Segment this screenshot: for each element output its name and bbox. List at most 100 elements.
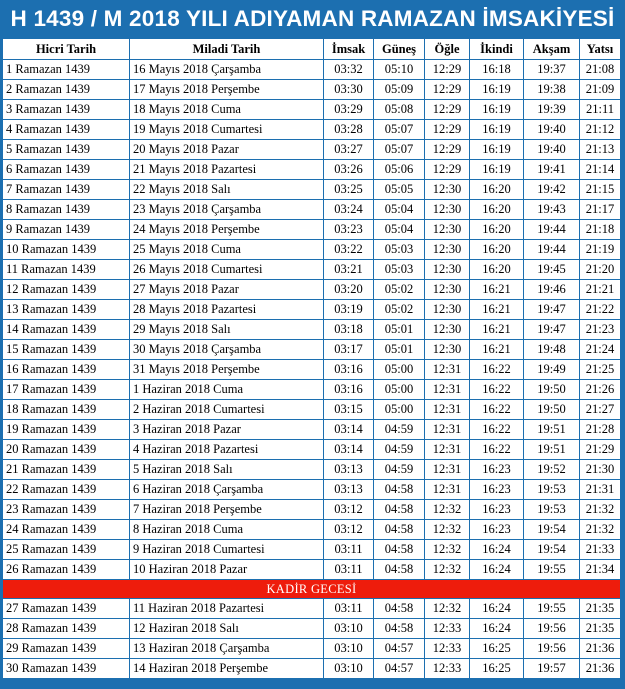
cell-hijri: 28 Ramazan 1439 — [2, 618, 130, 639]
cell-ikindi: 16:19 — [469, 79, 524, 100]
cell-gregorian: 19 Mayıs 2018 Cumartesi — [129, 119, 324, 140]
table-row: 14 Ramazan 1439 29 Mayıs 2018 Salı 03:18 05… — [2, 319, 621, 340]
table-row: 3 Ramazan 1439 18 Mayıs 2018 Cuma 03:29 05:… — [2, 99, 621, 120]
cell-ikindi: 16:24 — [469, 559, 524, 580]
cell-gunes: 04:58 — [373, 598, 425, 619]
cell-gregorian: 3 Haziran 2018 Pazar — [129, 419, 324, 440]
cell-hijri: 24 Ramazan 1439 — [2, 519, 130, 540]
cell-ogle: 12:30 — [424, 299, 470, 320]
cell-yatsi: 21:11 — [579, 99, 621, 120]
cell-yatsi: 21:30 — [579, 459, 621, 480]
cell-hijri: 1 Ramazan 1439 — [2, 59, 130, 80]
cell-ogle: 12:29 — [424, 159, 470, 180]
cell-imsak: 03:32 — [323, 59, 374, 80]
cell-aksam: 19:55 — [523, 559, 580, 580]
cell-aksam: 19:49 — [523, 359, 580, 380]
cell-ikindi: 16:20 — [469, 259, 524, 280]
cell-imsak: 03:11 — [323, 598, 374, 619]
cell-ikindi: 16:20 — [469, 239, 524, 260]
cell-hijri: 17 Ramazan 1439 — [2, 379, 130, 400]
cell-ikindi: 16:24 — [469, 598, 524, 619]
cell-imsak: 03:30 — [323, 79, 374, 100]
header-aksam: Akşam — [523, 38, 580, 60]
cell-imsak: 03:23 — [323, 219, 374, 240]
cell-gregorian: 16 Mayıs 2018 Çarşamba — [129, 59, 324, 80]
cell-ogle: 12:29 — [424, 59, 470, 80]
cell-ogle: 12:33 — [424, 618, 470, 639]
cell-ikindi: 16:23 — [469, 519, 524, 540]
table-row: 20 Ramazan 1439 4 Haziran 2018 Pazartesi 0… — [2, 439, 621, 460]
cell-gunes: 05:03 — [373, 239, 425, 260]
cell-gunes: 05:06 — [373, 159, 425, 180]
cell-gunes: 05:01 — [373, 319, 425, 340]
cell-gregorian: 21 Mayıs 2018 Pazartesi — [129, 159, 324, 180]
header-gunes: Güneş — [373, 38, 425, 60]
cell-gregorian: 6 Haziran 2018 Çarşamba — [129, 479, 324, 500]
cell-gregorian: 13 Haziran 2018 Çarşamba — [129, 638, 324, 659]
cell-ogle: 12:32 — [424, 499, 470, 520]
cell-imsak: 03:15 — [323, 399, 374, 420]
cell-gunes: 04:59 — [373, 439, 425, 460]
cell-ogle: 12:31 — [424, 419, 470, 440]
cell-aksam: 19:56 — [523, 638, 580, 659]
table-body: 1 Ramazan 1439 16 Mayıs 2018 Çarşamba 03:3… — [2, 59, 621, 679]
cell-yatsi: 21:36 — [579, 638, 621, 659]
table-row: 11 Ramazan 1439 26 Mayıs 2018 Cumartesi 03… — [2, 259, 621, 280]
cell-aksam: 19:48 — [523, 339, 580, 360]
table-row: 30 Ramazan 1439 14 Haziran 2018 Perşembe 0… — [2, 658, 621, 679]
cell-aksam: 19:54 — [523, 519, 580, 540]
cell-imsak: 03:18 — [323, 319, 374, 340]
cell-aksam: 19:55 — [523, 598, 580, 619]
cell-hijri: 19 Ramazan 1439 — [2, 419, 130, 440]
cell-gunes: 05:04 — [373, 219, 425, 240]
cell-ikindi: 16:19 — [469, 119, 524, 140]
table-row: 21 Ramazan 1439 5 Haziran 2018 Salı 03:13 0… — [2, 459, 621, 480]
cell-yatsi: 21:15 — [579, 179, 621, 200]
cell-aksam: 19:52 — [523, 459, 580, 480]
cell-yatsi: 21:27 — [579, 399, 621, 420]
cell-ogle: 12:29 — [424, 79, 470, 100]
cell-hijri: 25 Ramazan 1439 — [2, 539, 130, 560]
cell-gunes: 04:58 — [373, 479, 425, 500]
cell-ikindi: 16:25 — [469, 658, 524, 679]
cell-imsak: 03:27 — [323, 139, 374, 160]
cell-gregorian: 27 Mayıs 2018 Pazar — [129, 279, 324, 300]
cell-ikindi: 16:24 — [469, 539, 524, 560]
kadir-gecesi-label: KADİR GECESİ — [2, 579, 621, 599]
cell-ikindi: 16:21 — [469, 339, 524, 360]
cell-gregorian: 8 Haziran 2018 Cuma — [129, 519, 324, 540]
imsakiye-page: H 1439 / M 2018 YILI ADIYAMAN RAMAZAN İM… — [0, 0, 625, 689]
header-ikindi: İkindi — [469, 38, 524, 60]
cell-gunes: 05:00 — [373, 379, 425, 400]
table-row: 5 Ramazan 1439 20 Mayıs 2018 Pazar 03:27 05… — [2, 139, 621, 160]
cell-gunes: 05:05 — [373, 179, 425, 200]
cell-aksam: 19:47 — [523, 299, 580, 320]
cell-gunes: 04:58 — [373, 499, 425, 520]
cell-ikindi: 16:22 — [469, 439, 524, 460]
cell-gregorian: 14 Haziran 2018 Perşembe — [129, 658, 324, 679]
cell-aksam: 19:38 — [523, 79, 580, 100]
cell-yatsi: 21:24 — [579, 339, 621, 360]
cell-ogle: 12:29 — [424, 99, 470, 120]
cell-gunes: 05:07 — [373, 119, 425, 140]
cell-gunes: 04:57 — [373, 658, 425, 679]
cell-gunes: 05:07 — [373, 139, 425, 160]
cell-gregorian: 22 Mayıs 2018 Salı — [129, 179, 324, 200]
cell-ikindi: 16:23 — [469, 479, 524, 500]
cell-hijri: 13 Ramazan 1439 — [2, 299, 130, 320]
cell-gregorian: 2 Haziran 2018 Cumartesi — [129, 399, 324, 420]
cell-aksam: 19:37 — [523, 59, 580, 80]
cell-yatsi: 21:28 — [579, 419, 621, 440]
cell-ikindi: 16:20 — [469, 199, 524, 220]
cell-yatsi: 21:32 — [579, 499, 621, 520]
cell-gunes: 05:09 — [373, 79, 425, 100]
cell-hijri: 15 Ramazan 1439 — [2, 339, 130, 360]
cell-imsak: 03:17 — [323, 339, 374, 360]
cell-ikindi: 16:19 — [469, 139, 524, 160]
cell-imsak: 03:11 — [323, 539, 374, 560]
cell-gregorian: 31 Mayıs 2018 Perşembe — [129, 359, 324, 380]
cell-ikindi: 16:19 — [469, 99, 524, 120]
cell-imsak: 03:10 — [323, 658, 374, 679]
table-row: 2 Ramazan 1439 17 Mayıs 2018 Perşembe 03:3… — [2, 79, 621, 100]
table-row: 26 Ramazan 1439 10 Haziran 2018 Pazar 03:1… — [2, 559, 621, 580]
